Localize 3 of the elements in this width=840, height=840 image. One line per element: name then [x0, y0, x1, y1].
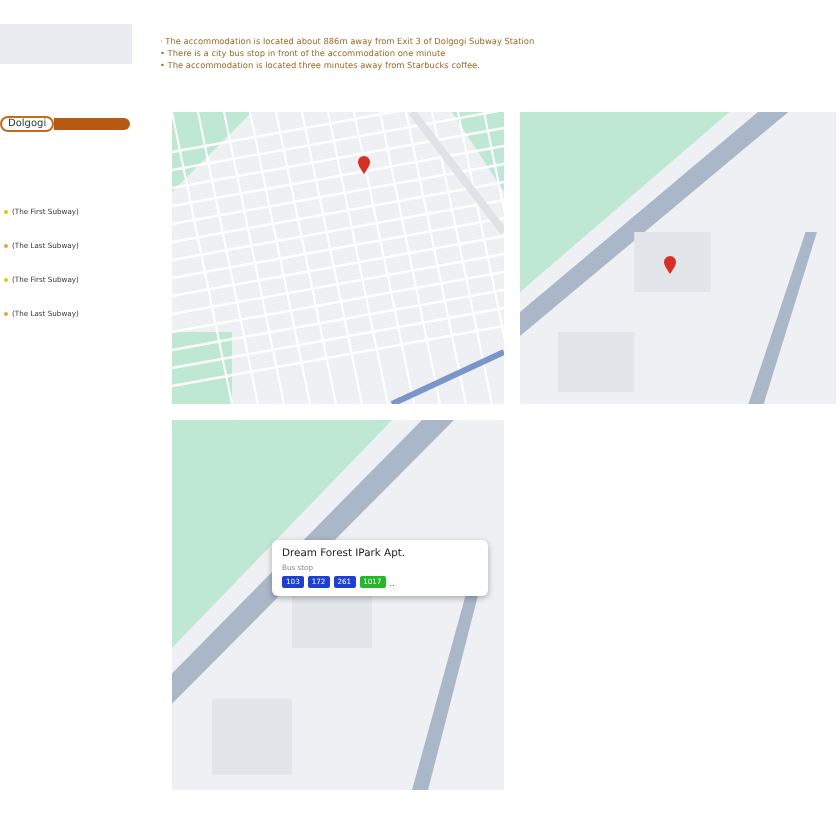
map-pin-icon: [358, 156, 370, 174]
map-pin-icon: [664, 256, 676, 274]
line-bar: [54, 118, 131, 130]
